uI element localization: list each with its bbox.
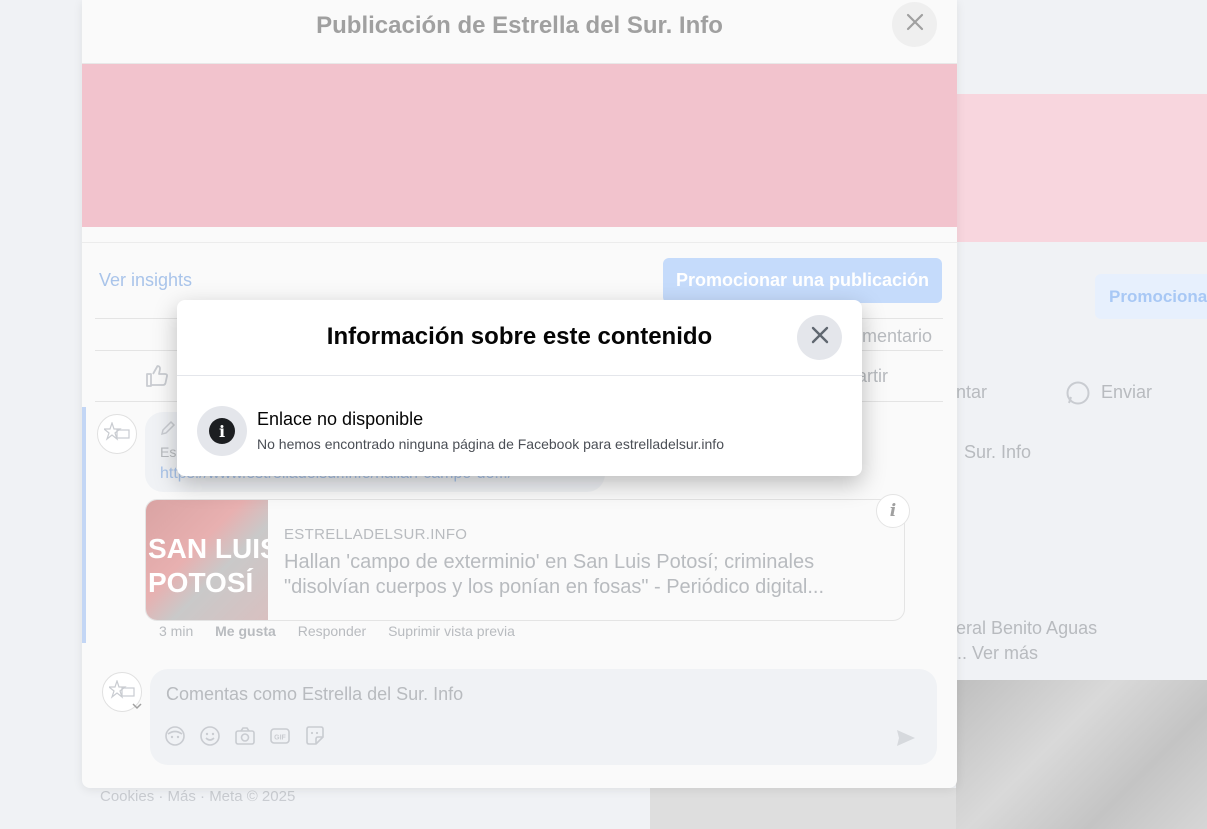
- pencil-icon: [160, 420, 176, 441]
- info-icon: i: [889, 501, 897, 521]
- background-bottom-strip: [650, 788, 956, 829]
- avatar-sticker-icon[interactable]: [164, 725, 186, 747]
- comment-input[interactable]: [164, 681, 864, 707]
- content-info-modal: Información sobre este contenido i Enlac…: [177, 300, 862, 476]
- chevron-down-icon[interactable]: [131, 698, 143, 716]
- comment-reply-link[interactable]: Responder: [298, 623, 367, 639]
- comment-author[interactable]: Es: [160, 444, 176, 460]
- modal-body: i Enlace no disponible No hemos encontra…: [177, 376, 862, 476]
- promote-post-button[interactable]: Promocionar una publicación: [663, 258, 942, 303]
- comment-composer: GIF: [150, 669, 937, 765]
- composer-toolbar: GIF: [164, 725, 326, 747]
- link-preview-domain: ESTRELLADELSUR.INFO: [284, 526, 468, 543]
- comment-highlight-bar: [82, 407, 86, 643]
- background-comment-action[interactable]: ntar: [956, 382, 987, 403]
- thumbs-up-icon[interactable]: [144, 363, 170, 394]
- send-icon[interactable]: [895, 727, 917, 754]
- close-icon: [905, 12, 925, 37]
- background-see-more[interactable]: ... Ver más: [952, 643, 1038, 664]
- comment-time: 3 min: [159, 623, 194, 639]
- modal-header: Información sobre este contenido: [177, 300, 862, 376]
- comment-like-link[interactable]: Me gusta: [215, 623, 276, 639]
- footer-links: Cookies · Más · Meta © 2025: [100, 788, 296, 805]
- post-banner: [82, 64, 957, 227]
- background-author-text: eral Benito Aguas: [956, 618, 1098, 638]
- post-dialog-header: Publicación de Estrella del Sur. Info: [82, 0, 957, 64]
- background-photo: [956, 680, 1207, 829]
- avatar[interactable]: [97, 414, 137, 454]
- modal-close-button[interactable]: [797, 315, 842, 360]
- link-preview-thumbnail: SAN LUIS POTOSÍ: [146, 500, 268, 620]
- link-preview-title: Hallan 'campo de exterminio' en San Luis…: [284, 551, 825, 598]
- divider: [82, 242, 957, 243]
- comment-meta: 3 min Me gusta Responder Suprimir vista …: [159, 623, 533, 639]
- thumbnail-text-line2: POTOSÍ: [148, 568, 254, 598]
- info-icon: i: [209, 418, 235, 444]
- info-badge: i: [197, 406, 247, 456]
- emoji-icon[interactable]: [199, 725, 221, 747]
- background-page-name: Sur. Info: [964, 442, 1032, 462]
- post-dialog-close-button[interactable]: [892, 2, 937, 47]
- sticker-icon[interactable]: [304, 725, 326, 747]
- link-info-button[interactable]: i: [876, 494, 910, 528]
- view-insights-link[interactable]: Ver insights: [99, 270, 192, 291]
- comment-count-link[interactable]: omentario: [852, 326, 932, 347]
- post-dialog-title: Publicación de Estrella del Sur. Info: [316, 12, 723, 39]
- svg-text:GIF: GIF: [274, 735, 286, 742]
- modal-title: Información sobre este contenido: [326, 323, 713, 350]
- camera-icon[interactable]: [234, 725, 256, 747]
- background-post-banner: [956, 94, 1207, 242]
- link-preview-card[interactable]: SAN LUIS POTOSÍ ESTRELLADELSUR.INFO Hall…: [145, 499, 905, 621]
- background-promote-button[interactable]: Promocionar: [1095, 274, 1207, 319]
- background-send-action[interactable]: Enviar: [1101, 382, 1152, 403]
- star-logo-icon: [102, 420, 130, 447]
- modal-heading: Enlace no disponible: [257, 409, 424, 429]
- thumbnail-text-line1: SAN LUIS: [148, 534, 268, 564]
- gif-icon[interactable]: GIF: [269, 725, 291, 747]
- remove-preview-link[interactable]: Suprimir vista previa: [388, 623, 515, 639]
- modal-description: No hemos encontrado ninguna página de Fa…: [257, 436, 724, 452]
- close-icon: [810, 325, 830, 350]
- whatsapp-icon: [1065, 380, 1091, 411]
